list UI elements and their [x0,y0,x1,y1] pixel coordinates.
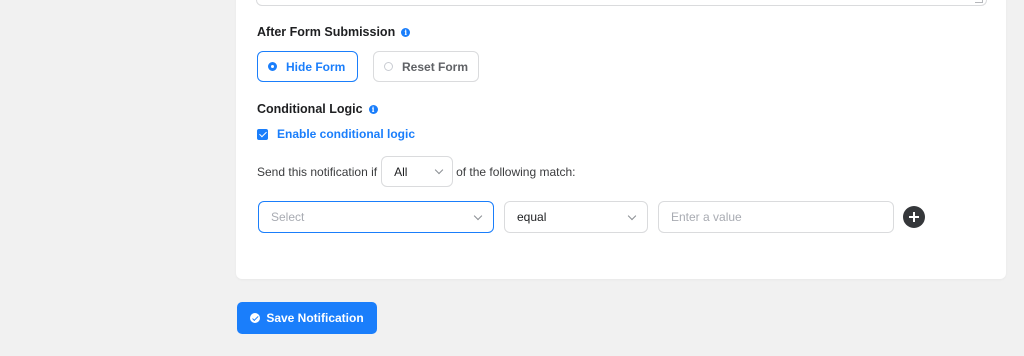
match-prefix-text: Send this notification if [257,164,378,179]
add-condition-button[interactable] [903,206,925,228]
condition-operator-select[interactable]: equal [504,201,648,233]
radio-reset-form-label: Reset Form [402,59,469,74]
radio-unchecked-icon [384,62,393,71]
check-circle-icon [250,313,261,323]
condition-field-placeholder: Select [271,210,305,224]
message-textarea[interactable] [256,0,987,6]
checkbox-checked-icon[interactable] [257,128,268,140]
radio-reset-form[interactable]: Reset Form [373,51,479,82]
notification-settings-card: After Form Submission i Hide Form Reset … [236,0,1006,279]
match-type-value: All [394,164,408,179]
match-rule-row: Send this notification if All of the fol… [257,156,575,187]
after-submission-title: After Form Submission [257,25,396,39]
info-icon[interactable]: i [368,104,378,114]
condition-field-select[interactable]: Select [258,201,494,233]
save-notification-label: Save Notification [266,311,364,325]
match-type-select[interactable]: All [381,156,454,187]
condition-value-placeholder: Enter a value [671,210,742,224]
chevron-down-icon [473,211,483,220]
enable-conditional-logic-checkbox[interactable]: Enable conditional logic [257,127,415,141]
chevron-down-icon [434,165,444,175]
condition-operator-value: equal [517,210,547,224]
save-notification-button[interactable]: Save Notification [237,302,377,334]
condition-value-input[interactable]: Enter a value [658,201,894,233]
info-icon[interactable]: i [401,27,411,37]
chevron-down-icon [627,211,637,220]
radio-hide-form[interactable]: Hide Form [257,51,358,82]
radio-checked-icon [268,62,277,71]
after-submission-heading: After Form Submission i [257,25,411,39]
resize-handle-icon[interactable] [975,0,983,3]
enable-conditional-logic-label: Enable conditional logic [277,127,416,141]
conditional-logic-title: Conditional Logic [257,102,363,116]
conditional-logic-heading: Conditional Logic i [257,102,378,116]
radio-hide-form-label: Hide Form [286,59,346,74]
match-suffix-text: of the following match: [456,164,576,179]
